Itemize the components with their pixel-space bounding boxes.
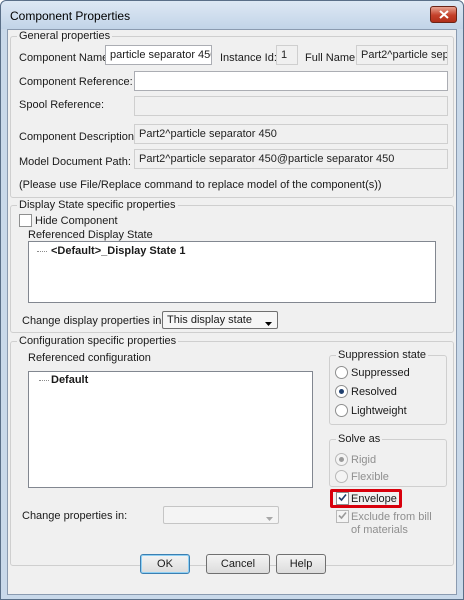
referenced-configuration-label: Referenced configuration [28, 352, 151, 364]
component-description-field: Part2^particle separator 450 [134, 124, 448, 144]
help-button[interactable]: Help [276, 554, 326, 574]
flexible-label[interactable]: Flexible [351, 471, 389, 483]
exclude-from-bom-label-line2[interactable]: of materials [351, 524, 408, 536]
resolved-radio[interactable] [335, 385, 348, 398]
flexible-radio[interactable] [335, 470, 348, 483]
model-document-path-field: Part2^particle separator 450@particle se… [134, 149, 448, 169]
configuration-item[interactable]: Default [51, 374, 88, 386]
change-properties-label: Change properties in: [22, 510, 128, 522]
hide-component-label[interactable]: Hide Component [35, 215, 118, 227]
instance-id-label: Instance Id: [220, 52, 277, 64]
configuration-legend: Configuration specific properties [17, 335, 179, 347]
change-properties-select[interactable] [163, 506, 279, 524]
checkmark-icon [338, 511, 347, 523]
component-reference-label: Component Reference: [19, 76, 133, 88]
lightweight-label[interactable]: Lightweight [351, 405, 407, 417]
display-state-legend: Display State specific properties [17, 199, 178, 211]
tree-connector [37, 251, 47, 252]
resolved-label[interactable]: Resolved [351, 386, 397, 398]
display-state-item[interactable]: <Default>_Display State 1 [51, 245, 186, 257]
full-name-label: Full Name: [305, 52, 359, 64]
display-state-list[interactable]: <Default>_Display State 1 [28, 241, 436, 303]
component-name-label: Component Name: [19, 52, 112, 64]
envelope-label[interactable]: Envelope [351, 493, 397, 505]
exclude-from-bom-checkbox[interactable] [336, 510, 349, 523]
envelope-checkbox[interactable] [336, 492, 349, 505]
radio-selected-dot [339, 389, 344, 394]
window-title: Component Properties [10, 9, 131, 23]
component-name-field[interactable]: particle separator 450 [105, 45, 212, 65]
chevron-down-icon [265, 317, 272, 329]
spool-reference-field [134, 96, 448, 116]
dialog-window: Component Properties General properties … [0, 0, 464, 600]
chevron-down-icon [266, 512, 273, 524]
configuration-list[interactable]: Default [28, 371, 313, 488]
change-display-properties-value: This display state [167, 314, 252, 326]
tree-connector [39, 380, 49, 381]
component-description-label: Component Description: [19, 131, 138, 143]
rigid-label[interactable]: Rigid [351, 454, 376, 466]
general-properties-legend: General properties [17, 30, 113, 42]
rigid-radio[interactable] [335, 453, 348, 466]
lightweight-radio[interactable] [335, 404, 348, 417]
change-display-properties-select[interactable]: This display state [162, 311, 278, 329]
suppressed-radio[interactable] [335, 366, 348, 379]
solve-as-legend: Solve as [336, 433, 383, 445]
replace-note: (Please use File/Replace command to repl… [19, 179, 382, 191]
ok-button[interactable]: OK [140, 554, 190, 574]
suppression-state-legend: Suppression state [336, 349, 429, 361]
close-button[interactable] [430, 6, 457, 23]
full-name-field: Part2^particle sep [356, 45, 448, 65]
instance-id-field: 1 [276, 45, 298, 65]
title-bar[interactable]: Component Properties [1, 1, 463, 29]
change-display-properties-label: Change display properties in: [22, 315, 165, 327]
cancel-button[interactable]: Cancel [206, 554, 270, 574]
dialog-client-area: General properties Component Name: parti… [7, 29, 457, 595]
radio-selected-dot [339, 457, 344, 462]
model-document-path-label: Model Document Path: [19, 156, 131, 168]
hide-component-checkbox[interactable] [19, 214, 32, 227]
spool-reference-label: Spool Reference: [19, 99, 104, 111]
checkmark-icon [338, 493, 347, 505]
component-reference-input[interactable] [134, 71, 448, 91]
exclude-from-bom-label-line1[interactable]: Exclude from bill [351, 511, 432, 523]
close-x-icon [438, 10, 449, 19]
suppressed-label[interactable]: Suppressed [351, 367, 410, 379]
referenced-display-state-label: Referenced Display State [28, 229, 153, 241]
